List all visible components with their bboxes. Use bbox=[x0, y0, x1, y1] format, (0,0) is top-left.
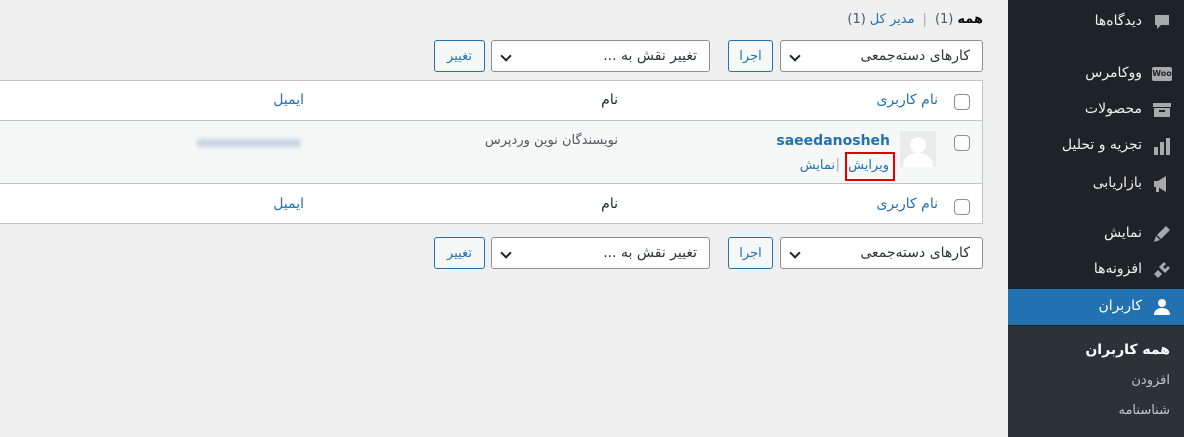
column-username-sort-footer[interactable]: نام کاربری bbox=[876, 196, 938, 212]
bulk-actions-value: کارهای دسته‌جمعی bbox=[860, 48, 970, 64]
column-name-footer: نام bbox=[601, 196, 618, 212]
column-username-sort[interactable]: نام کاربری bbox=[876, 92, 938, 108]
change-role-value: تغییر نقش به ... bbox=[603, 245, 697, 261]
view-all-count: (1) bbox=[934, 12, 954, 27]
user-display-name: نویسندگان نوین وردپرس bbox=[484, 133, 618, 148]
bar-chart-icon bbox=[1152, 136, 1172, 156]
view-admin-count: (1) bbox=[847, 12, 866, 27]
change-button-top[interactable]: تغییر bbox=[434, 40, 485, 72]
bulk-actions-select-bottom[interactable]: کارهای دسته‌جمعی bbox=[780, 237, 983, 269]
change-role-select-bottom[interactable]: تغییر نقش به ... bbox=[491, 237, 710, 269]
comment-icon bbox=[1152, 12, 1172, 32]
avatar bbox=[900, 131, 936, 167]
apply-button-bottom[interactable]: اجرا bbox=[728, 237, 773, 269]
default-avatar-icon bbox=[903, 137, 933, 167]
view-all-label[interactable]: همه bbox=[957, 12, 983, 27]
edit-link-highlight bbox=[845, 152, 895, 181]
menu-item-label: تجزیه و تحلیل bbox=[1061, 137, 1142, 153]
column-email-sort[interactable]: ایمیل bbox=[273, 92, 304, 108]
menu-item-label: ووکامرس bbox=[1085, 65, 1142, 81]
menu-item-label: محصولات bbox=[1084, 101, 1142, 117]
change-role-select-top[interactable]: تغییر نقش به ... bbox=[491, 40, 710, 72]
view-separator: | bbox=[922, 12, 927, 27]
chevron-down-icon bbox=[500, 247, 512, 259]
username-link[interactable]: saeedanosheh bbox=[776, 133, 890, 149]
archive-icon bbox=[1152, 100, 1172, 120]
menu-item-products[interactable]: محصولات bbox=[1008, 92, 1184, 128]
table-row: saeedanosheh ویرایش | نمایش نویسندگان نو… bbox=[0, 121, 982, 183]
menu-item-woocommerce[interactable]: Woo ووکامرس bbox=[1008, 56, 1184, 92]
view-admin-link[interactable]: مدیر کل bbox=[870, 12, 915, 27]
menu-item-label: دیدگاه‌ها bbox=[1094, 13, 1142, 29]
apply-button-top[interactable]: اجرا bbox=[728, 40, 773, 72]
submenu-profile[interactable]: شناسنامه bbox=[1119, 403, 1171, 418]
view-user-link[interactable]: نمایش bbox=[800, 158, 835, 173]
menu-item-comments[interactable]: دیدگاه‌ها bbox=[1008, 4, 1184, 40]
chevron-down-icon bbox=[500, 50, 512, 62]
change-button-bottom[interactable]: تغییر bbox=[434, 237, 485, 269]
table-header: نام کاربری نام ایمیل bbox=[0, 81, 982, 121]
table-footer: نام کاربری نام ایمیل bbox=[0, 183, 982, 223]
select-all-checkbox-footer[interactable] bbox=[954, 199, 970, 215]
megaphone-icon bbox=[1152, 174, 1172, 194]
row-actions-separator: | bbox=[835, 157, 840, 172]
chevron-down-icon bbox=[789, 50, 801, 62]
user-icon bbox=[1152, 297, 1172, 317]
admin-sidebar: دیدگاه‌ها Woo ووکامرس محصولات تجزیه و تح… bbox=[1000, 0, 1184, 437]
menu-item-label: نمایش bbox=[1103, 225, 1142, 241]
column-email-sort-footer[interactable]: ایمیل bbox=[273, 196, 304, 212]
bulk-actions-value: کارهای دسته‌جمعی bbox=[860, 245, 970, 261]
plugin-icon bbox=[1152, 260, 1172, 280]
blurred-email bbox=[197, 139, 301, 147]
users-table: نام کاربری نام ایمیل saeedanosheh ویرایش… bbox=[0, 80, 983, 224]
bulk-actions-select-top[interactable]: کارهای دسته‌جمعی bbox=[780, 40, 983, 72]
menu-item-marketing[interactable]: بازاریابی bbox=[1008, 166, 1184, 202]
select-all-checkbox[interactable] bbox=[954, 94, 970, 110]
brush-icon bbox=[1152, 224, 1172, 244]
row-checkbox[interactable] bbox=[954, 135, 970, 151]
submenu-add-new[interactable]: افزودن bbox=[1131, 373, 1170, 388]
menu-item-users[interactable]: کاربران bbox=[1000, 289, 1184, 325]
users-submenu: همه کاربران افزودن شناسنامه bbox=[1008, 326, 1184, 437]
main-content: همه (1) | مدیر کل (1) کارهای دسته‌جمعی ا… bbox=[0, 0, 1008, 437]
menu-item-label: کاربران bbox=[1098, 298, 1142, 314]
submenu-all-users[interactable]: همه کاربران bbox=[1085, 342, 1170, 358]
menu-item-analytics[interactable]: تجزیه و تحلیل bbox=[1008, 128, 1184, 164]
menu-item-label: افزونه‌ها bbox=[1093, 261, 1142, 277]
user-role-filter: همه (1) | مدیر کل (1) bbox=[847, 12, 983, 27]
change-role-value: تغییر نقش به ... bbox=[603, 48, 697, 64]
menu-item-plugins[interactable]: افزونه‌ها bbox=[1008, 252, 1184, 288]
menu-item-label: بازاریابی bbox=[1092, 175, 1142, 191]
woo-icon: Woo bbox=[1152, 64, 1172, 84]
column-name-header: نام bbox=[601, 92, 618, 108]
chevron-down-icon bbox=[789, 247, 801, 259]
menu-item-appearance[interactable]: نمایش bbox=[1008, 216, 1184, 252]
